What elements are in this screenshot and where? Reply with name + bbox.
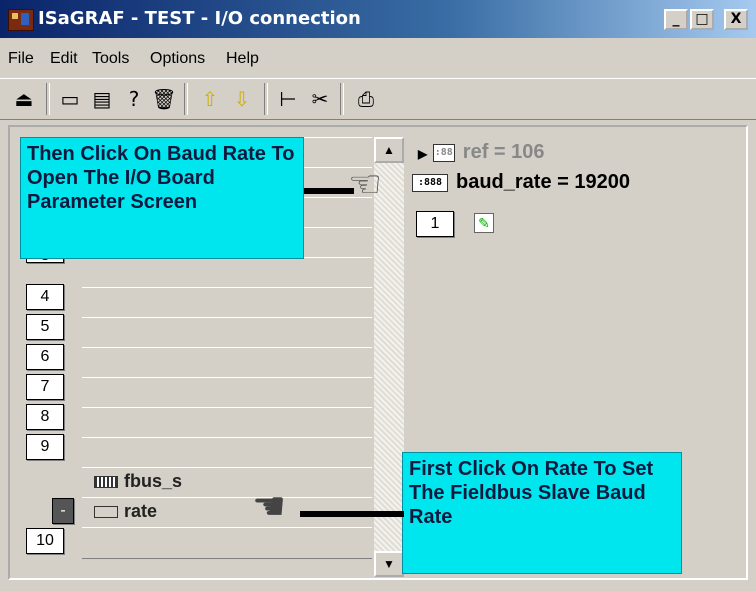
cut-icon[interactable]: ✂ — [306, 85, 334, 113]
slot-label-fbus: fbus_s — [94, 471, 182, 492]
menu-edit[interactable]: Edit — [50, 50, 78, 68]
maximize-button[interactable]: □ — [690, 9, 714, 30]
slot-label-rate: rate — [94, 501, 157, 522]
slot-number[interactable]: 4 — [26, 284, 64, 310]
baud-rate-parameter[interactable]: :888 baud_rate = 19200 — [412, 171, 630, 194]
slot-row[interactable]: fbus_s — [82, 467, 372, 499]
baud-rate-text[interactable]: baud_rate = 19200 — [456, 171, 630, 193]
isagraf-app-icon[interactable] — [8, 9, 34, 31]
slot-number[interactable]: 5 — [26, 314, 64, 340]
ref-icon: :88 — [432, 143, 455, 162]
expand-arrow-icon[interactable]: ▶ — [418, 147, 427, 161]
down-arrow-icon[interactable]: ⇩ — [228, 85, 256, 113]
print-icon[interactable]: ⎙ — [352, 85, 380, 113]
slot-number[interactable]: 7 — [26, 374, 64, 400]
slot-row[interactable] — [82, 407, 372, 439]
open-icon[interactable]: ⏏ — [10, 85, 38, 113]
toolbar-separator — [264, 83, 268, 115]
pointer-line-bottom — [300, 511, 404, 517]
fbus-label: fbus_s — [124, 471, 183, 491]
toolbar-separator — [46, 83, 50, 115]
menu-file[interactable]: File — [8, 50, 34, 68]
menu-help[interactable]: Help — [226, 50, 259, 68]
rate-icon — [94, 506, 118, 519]
slot-row[interactable] — [82, 317, 372, 349]
pointing-hand-icon-top: ☜ — [348, 162, 383, 206]
slot-number[interactable]: 10 — [26, 528, 64, 554]
ref-text: ref = 106 — [462, 141, 545, 163]
toolbar-separator — [340, 83, 344, 115]
help-icon[interactable]: ? — [120, 85, 148, 113]
close-button[interactable]: X — [724, 9, 748, 30]
edit-icon[interactable]: ✎ — [474, 213, 494, 233]
collapse-toggle[interactable]: - — [52, 498, 74, 524]
app-window: ISaGRAF - TEST - I/O connection _ □ X Fi… — [0, 0, 756, 591]
scroll-down-icon[interactable]: ▼ — [374, 551, 404, 577]
delete-icon[interactable]: 🗑 — [150, 85, 178, 113]
slot-number[interactable]: 8 — [26, 404, 64, 430]
slot-row[interactable] — [82, 257, 372, 289]
toolbar: ⏏ ▭ ▤ ? 🗑 ⇧ ⇩ ⊢ ✂ ⎙ — [0, 78, 756, 120]
board-icon[interactable]: ▭ — [56, 85, 84, 113]
title-bar[interactable]: ISaGRAF - TEST - I/O connection _ □ X — [0, 0, 756, 38]
board-icon — [94, 476, 118, 489]
callout-bottom: First Click On Rate To Set The Fieldbus … — [402, 452, 682, 574]
slot-number[interactable]: 6 — [26, 344, 64, 370]
toolbar-separator — [184, 83, 188, 115]
pointer-line-top — [304, 188, 354, 194]
channel-number[interactable]: 1 — [416, 211, 454, 237]
copy-board-icon[interactable]: ▤ — [88, 85, 116, 113]
window-title: ISaGRAF - TEST - I/O connection — [38, 8, 361, 29]
slot-row[interactable] — [82, 287, 372, 319]
minimize-button[interactable]: _ — [664, 9, 688, 30]
slot-number[interactable]: 9 — [26, 434, 64, 460]
menu-options[interactable]: Options — [150, 50, 205, 68]
pointing-hand-icon-bottom: ☚ — [252, 484, 287, 528]
ref-parameter[interactable]: ▶ :88 ref = 106 — [418, 141, 545, 164]
tree-icon[interactable]: ⊢ — [274, 85, 302, 113]
baud-rate-icon: :888 — [412, 173, 448, 192]
slot-row[interactable] — [82, 527, 372, 559]
slot-row[interactable] — [82, 377, 372, 409]
menu-bar: File Edit Tools Options Help — [0, 44, 756, 74]
rate-label[interactable]: rate — [124, 501, 157, 521]
slot-row[interactable] — [82, 437, 372, 469]
up-arrow-icon[interactable]: ⇧ — [196, 85, 224, 113]
slot-row[interactable] — [82, 347, 372, 379]
menu-tools[interactable]: Tools — [92, 50, 129, 68]
scroll-up-icon[interactable]: ▲ — [374, 137, 404, 163]
callout-top: Then Click On Baud Rate To Open The I/O … — [20, 137, 304, 259]
